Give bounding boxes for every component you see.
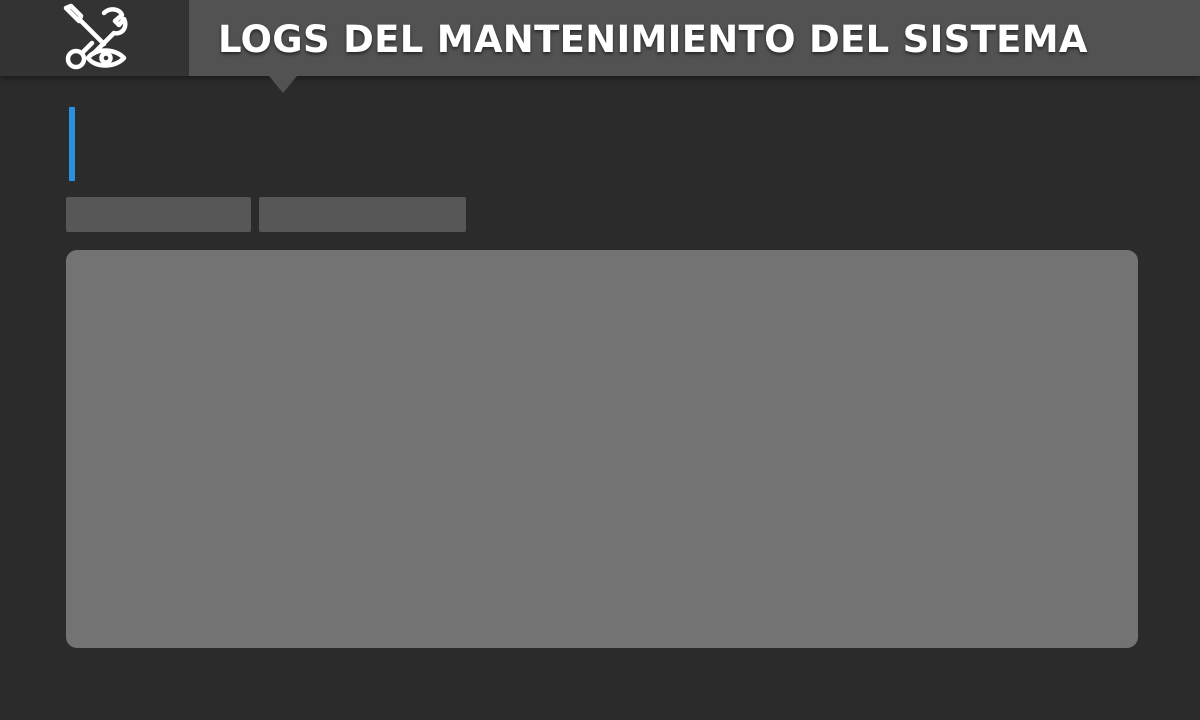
section-accent-bar: [69, 107, 75, 181]
maintenance-tools-eye-icon: [63, 3, 127, 70]
log-panel[interactable]: [66, 250, 1138, 648]
header-pointer: [269, 76, 297, 93]
header-icon-box: [0, 0, 189, 76]
page-title: LOGS DEL MANTENIMIENTO DEL SISTEMA: [218, 18, 1088, 61]
top-header: LOGS DEL MANTENIMIENTO DEL SISTEMA: [0, 0, 1200, 76]
tab-2[interactable]: [259, 197, 466, 232]
tab-1[interactable]: [66, 197, 251, 232]
